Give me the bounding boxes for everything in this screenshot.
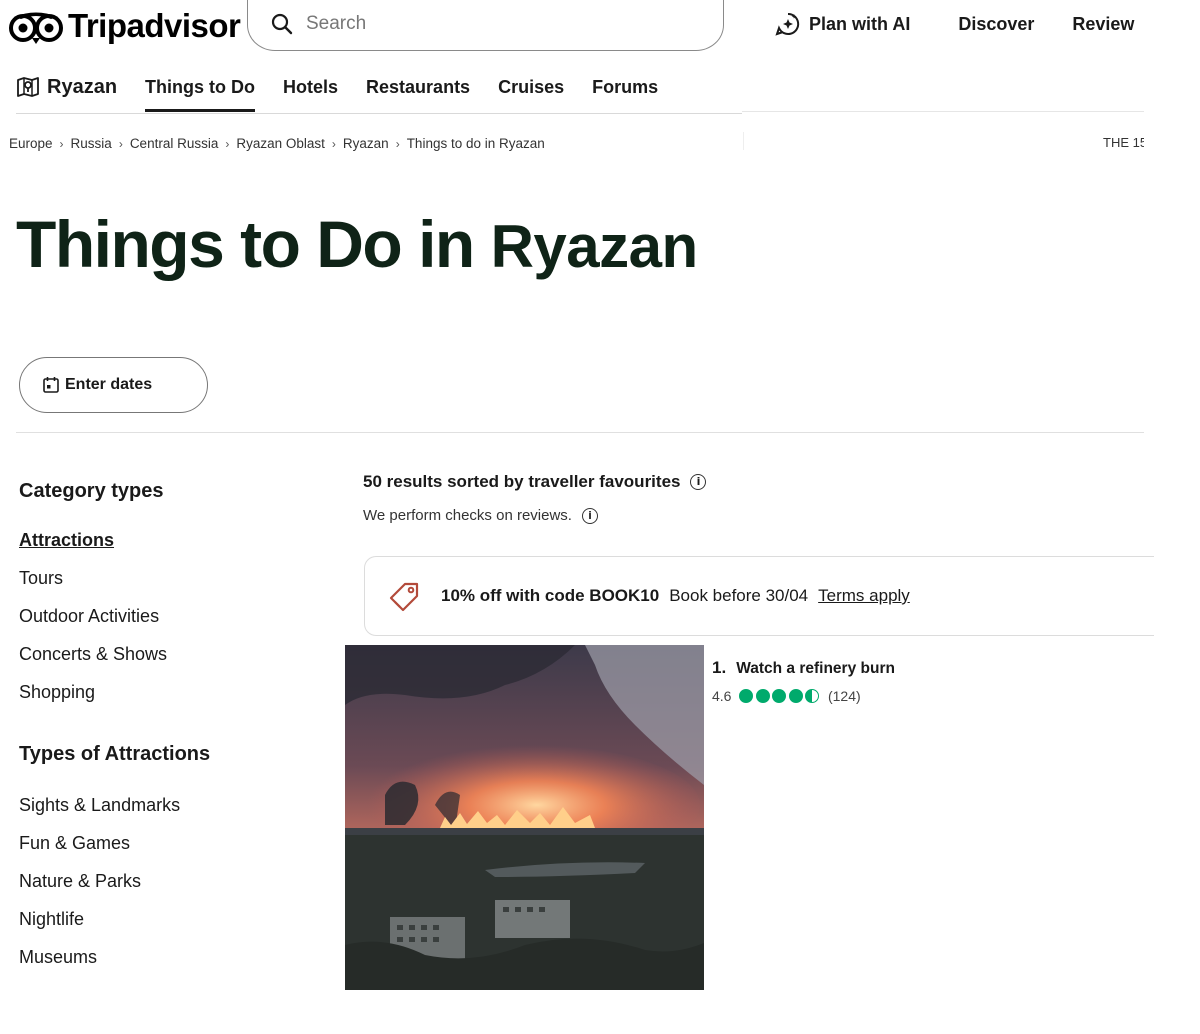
search-input[interactable] xyxy=(306,13,686,35)
header-divider xyxy=(742,111,1144,112)
type-nature-parks[interactable]: Nature & Parks xyxy=(19,870,319,908)
city-selector[interactable]: Ryazan xyxy=(16,75,117,99)
category-shopping[interactable]: Shopping xyxy=(19,681,319,719)
enter-dates-button[interactable]: Enter dates xyxy=(19,357,208,413)
enter-dates-label: Enter dates xyxy=(65,376,153,393)
type-sights-landmarks[interactable]: Sights & Landmarks xyxy=(19,794,319,832)
category-attractions[interactable]: Attractions xyxy=(19,529,319,567)
divider xyxy=(743,132,744,150)
sub-nav-divider xyxy=(16,113,742,114)
info-icon[interactable]: i xyxy=(581,507,598,524)
tab-forums[interactable]: Forums xyxy=(592,77,658,98)
review-link[interactable]: Review xyxy=(1072,14,1134,35)
chevron-right-icon: › xyxy=(331,136,336,151)
breadcrumb-ryazan[interactable]: Ryazan xyxy=(343,136,389,151)
tag-icon xyxy=(389,582,419,612)
category-outdoor-activities[interactable]: Outdoor Activities xyxy=(19,605,319,643)
bubble-icon xyxy=(788,689,803,703)
chevron-right-icon: › xyxy=(225,136,230,151)
page-title-prefix: Things to Do in xyxy=(16,207,491,281)
search-bar[interactable] xyxy=(247,0,724,51)
breadcrumb-ryazan-oblast[interactable]: Ryazan Oblast xyxy=(236,136,325,151)
sub-nav: Ryazan Things to Do Hotels Restaurants C… xyxy=(16,72,686,112)
listing-rank: 1. xyxy=(712,658,727,677)
ai-sparkle-icon xyxy=(775,12,800,36)
results-summary: 50 results sorted by traveller favourite… xyxy=(363,472,707,492)
plan-with-ai-link[interactable]: Plan with AI xyxy=(775,11,910,37)
tab-cruises[interactable]: Cruises xyxy=(498,77,564,98)
section-divider xyxy=(16,432,1144,433)
tripadvisor-logo[interactable]: Tripadvisor xyxy=(8,6,241,46)
page-title: Things to Do in Ryazan xyxy=(16,206,698,282)
category-concerts-shows[interactable]: Concerts & Shows xyxy=(19,643,319,681)
rating-score: 4.6 xyxy=(712,688,732,704)
listing-title-row[interactable]: 1. Watch a refinery burn xyxy=(712,658,895,678)
promo-banner: 10% off with code BOOK10 Book before 30/… xyxy=(364,556,1154,636)
promo-code-text: 10% off with code BOOK10 xyxy=(441,586,660,605)
category-types-heading: Category types xyxy=(19,480,164,502)
listing-photo[interactable] xyxy=(345,645,704,990)
promo-deadline-text: Book before 30/04 xyxy=(669,586,809,605)
listing-rating: 4.6 (124) xyxy=(712,688,895,704)
type-nightlife[interactable]: Nightlife xyxy=(19,908,319,946)
type-museums[interactable]: Museums xyxy=(19,946,319,984)
search-icon xyxy=(271,13,293,35)
page-title-city: Ryazan xyxy=(490,213,699,280)
results-summary-text: 50 results sorted by traveller favourite… xyxy=(363,472,681,491)
breadcrumb-current: Things to do in Ryazan xyxy=(406,136,545,151)
refinery-fire-photo xyxy=(345,645,704,990)
review-checks-text: We perform checks on reviews. xyxy=(363,507,572,524)
tab-things-to-do[interactable]: Things to Do xyxy=(145,77,255,112)
filter-sidebar: Category types Attractions Tours Outdoor… xyxy=(19,480,319,984)
owl-eyes-icon xyxy=(9,12,63,44)
calendar-icon xyxy=(43,377,59,393)
listing-card: 1. Watch a refinery burn 4.6 (124) xyxy=(712,658,895,704)
top-nav: Plan with AI Discover Review xyxy=(775,10,1134,38)
chevron-right-icon: › xyxy=(59,136,64,151)
types-of-attractions-heading: Types of Attractions xyxy=(19,743,211,765)
rating-bubbles xyxy=(739,689,822,703)
breadcrumb-central-russia[interactable]: Central Russia xyxy=(130,136,219,151)
review-checks-note: We perform checks on reviews. i xyxy=(363,507,598,524)
type-fun-games[interactable]: Fun & Games xyxy=(19,832,319,870)
breadcrumb-europe[interactable]: Europe xyxy=(9,136,53,151)
brand-name: Tripadvisor xyxy=(68,7,241,44)
breadcrumb: Europe › Russia › Central Russia › Ryaza… xyxy=(9,136,545,151)
chevron-right-icon: › xyxy=(118,136,123,151)
half-bubble-icon xyxy=(805,689,820,703)
bubble-icon xyxy=(755,689,770,703)
info-icon[interactable]: i xyxy=(690,474,707,490)
tab-hotels[interactable]: Hotels xyxy=(283,77,338,98)
review-count[interactable]: (124) xyxy=(828,688,861,704)
plan-with-ai-label: Plan with AI xyxy=(809,13,911,34)
map-icon xyxy=(17,77,39,97)
bubble-icon xyxy=(772,689,787,703)
discover-link[interactable]: Discover xyxy=(958,14,1034,35)
promo-terms-link[interactable]: Terms apply xyxy=(818,586,910,606)
truncated-heading: THE 15 xyxy=(1103,135,1144,150)
breadcrumb-russia[interactable]: Russia xyxy=(71,136,112,151)
city-name: Ryazan xyxy=(47,75,118,98)
chevron-right-icon: › xyxy=(395,136,400,151)
category-tours[interactable]: Tours xyxy=(19,567,319,605)
listing-title[interactable]: Watch a refinery burn xyxy=(736,660,895,678)
tab-restaurants[interactable]: Restaurants xyxy=(366,77,470,98)
bubble-icon xyxy=(739,689,754,703)
